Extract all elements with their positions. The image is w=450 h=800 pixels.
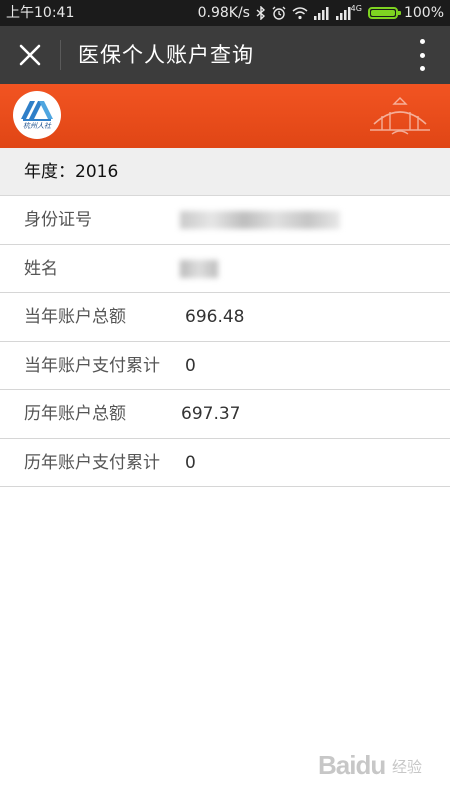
- row-current-year-payments: 当年账户支付累计 0: [0, 342, 450, 390]
- row-label: 历年账户总额: [24, 404, 126, 424]
- row-value: 0: [185, 452, 196, 473]
- redacted-name: [180, 259, 218, 278]
- watermark-subtext: 经验: [392, 758, 423, 776]
- status-icons: 0.98K/s 4G 100%: [198, 0, 444, 26]
- network-speed: 0.98K/s: [197, 5, 250, 21]
- signal-icon: [313, 6, 330, 20]
- row-value: 697.37: [181, 404, 241, 424]
- signal-4g-icon: 4G: [335, 4, 362, 20]
- more-options-button[interactable]: [412, 39, 432, 71]
- row-id-number: 身份证号: [0, 196, 450, 245]
- hangzhou-hr-logo: 杭州人社: [13, 91, 61, 139]
- year-label: 年度：2016: [24, 162, 119, 182]
- close-icon: [19, 44, 41, 66]
- year-header: 年度：2016: [0, 148, 450, 196]
- row-label: 身份证号: [24, 210, 92, 230]
- more-vertical-icon: [419, 39, 425, 44]
- page-title: 医保个人账户查询: [78, 43, 254, 67]
- baidu-jingyan-watermark: Baidu 经验: [318, 742, 438, 786]
- title-divider: [60, 40, 61, 70]
- row-label: 当年账户总额: [24, 307, 126, 327]
- account-info-list: 身份证号 姓名 当年账户总额 696.48 当年账户支付累计 0 历年账户总额 …: [0, 196, 450, 487]
- row-label: 历年账户支付累计: [24, 452, 160, 473]
- row-current-year-total: 当年账户总额 696.48: [0, 293, 450, 342]
- close-button[interactable]: [10, 35, 50, 75]
- status-time: 上午10:41: [6, 5, 75, 21]
- signal-label: 4G: [350, 4, 362, 13]
- status-bar: 上午10:41 0.98K/s 4G 100%: [0, 0, 450, 26]
- row-value: 696.48: [185, 307, 245, 327]
- hangzhou-landmark-icon: [370, 97, 430, 135]
- row-label: 姓名: [24, 258, 58, 279]
- header-banner: 杭州人社: [0, 84, 450, 148]
- row-historical-payments: 历年账户支付累计 0: [0, 439, 450, 487]
- row-value: 0: [185, 355, 196, 376]
- watermark-text: Baidu: [318, 750, 386, 780]
- title-bar: 医保个人账户查询: [0, 26, 450, 84]
- battery-icon: [367, 7, 401, 19]
- row-historical-total: 历年账户总额 697.37: [0, 390, 450, 439]
- row-name: 姓名: [0, 245, 450, 293]
- alarm-icon: [272, 6, 286, 20]
- row-label: 当年账户支付累计: [24, 355, 160, 376]
- bluetooth-icon: [256, 5, 266, 21]
- wifi-icon: [292, 6, 308, 20]
- logo-text: 杭州人社: [23, 122, 51, 130]
- redacted-id-number: [180, 211, 340, 229]
- battery-percentage: 100%: [403, 5, 444, 21]
